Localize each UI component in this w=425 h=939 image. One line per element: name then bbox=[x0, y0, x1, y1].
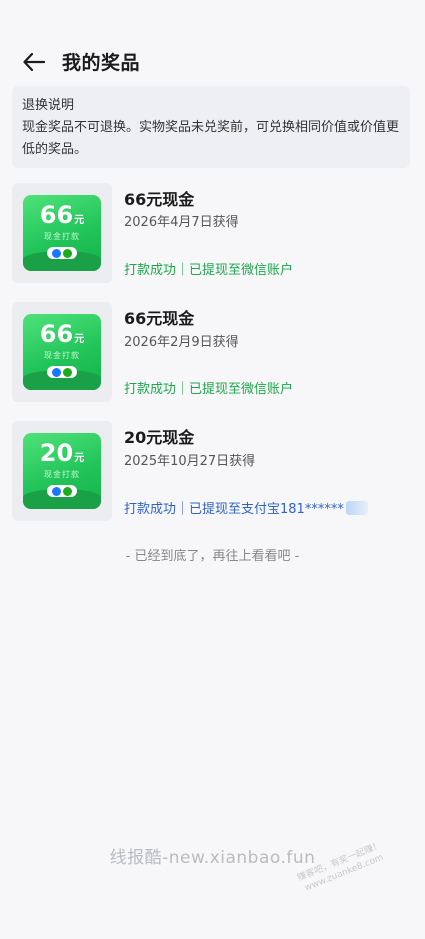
alipay-icon bbox=[52, 248, 61, 258]
cash-badge: 66元 现金打款 bbox=[23, 195, 101, 271]
prize-status: 打款成功｜已提现至微信账户 bbox=[124, 382, 294, 397]
prize-status: 打款成功｜已提现至支付宝181****** bbox=[124, 498, 368, 517]
badge-subtitle: 现金打款 bbox=[44, 470, 80, 479]
badge-amount: 66 bbox=[39, 320, 74, 348]
page-title: 我的奖品 bbox=[62, 52, 141, 74]
cash-badge: 66元 现金打款 bbox=[23, 314, 101, 390]
prize-name: 66元现金 bbox=[124, 309, 195, 328]
prize-name: 20元现金 bbox=[124, 428, 195, 447]
return-policy-notice: 退换说明 现金奖品不可退换。实物奖品未兑奖前，可兑换相同价值或价值更低的奖品。 bbox=[12, 86, 410, 168]
payment-icons bbox=[47, 366, 77, 378]
wechat-pay-icon bbox=[63, 248, 72, 258]
top-bar: 我的奖品 bbox=[0, 40, 425, 84]
alipay-icon bbox=[52, 486, 61, 496]
prize-badge-card: 20元 现金打款 bbox=[12, 421, 112, 521]
end-of-list-text: - 已经到底了，再往上看看吧 - bbox=[125, 549, 300, 564]
badge-amount: 20 bbox=[39, 439, 74, 467]
prize-badge-card: 66元 现金打款 bbox=[12, 183, 112, 283]
badge-subtitle: 现金打款 bbox=[44, 232, 80, 241]
notice-body: 现金奖品不可退换。实物奖品未兑奖前，可兑换相同价值或价值更低的奖品。 bbox=[22, 120, 400, 157]
prize-date: 2025年10月27日获得 bbox=[124, 454, 256, 469]
alipay-icon bbox=[52, 367, 61, 377]
prize-badge-card: 66元 现金打款 bbox=[12, 302, 112, 402]
wechat-pay-icon bbox=[63, 367, 72, 377]
cash-badge: 20元 现金打款 bbox=[23, 433, 101, 509]
wechat-pay-icon bbox=[63, 486, 72, 496]
badge-unit: 元 bbox=[74, 453, 85, 464]
badge-unit: 元 bbox=[74, 334, 85, 345]
notice-title: 退换说明 bbox=[22, 98, 75, 113]
prize-date: 2026年4月7日获得 bbox=[124, 215, 239, 230]
prize-status: 打款成功｜已提现至微信账户 bbox=[124, 263, 294, 278]
badge-unit: 元 bbox=[74, 215, 85, 226]
prize-date: 2026年2月9日获得 bbox=[124, 335, 239, 350]
arrow-left-icon bbox=[23, 53, 45, 71]
redacted-account bbox=[345, 501, 368, 515]
badge-amount: 66 bbox=[39, 201, 74, 229]
payment-icons bbox=[47, 485, 77, 497]
badge-subtitle: 现金打款 bbox=[44, 351, 80, 360]
prize-name: 66元现金 bbox=[124, 190, 195, 209]
back-button[interactable] bbox=[20, 48, 48, 76]
prize-status-text: 打款成功｜已提现至支付宝181****** bbox=[124, 502, 344, 517]
payment-icons bbox=[47, 247, 77, 259]
